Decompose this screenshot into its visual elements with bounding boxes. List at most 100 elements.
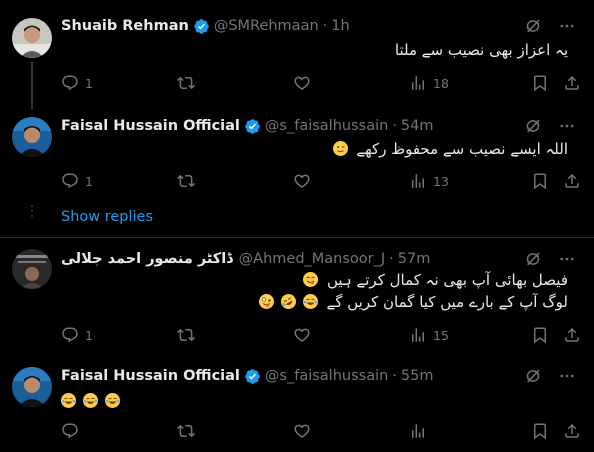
tweet-text-line: یہ اعزاز بھی نصیب سے ملتا (394, 41, 568, 59)
tweet-shuaib[interactable]: Shuaib Rehman @SMRehmaan · 1h یہ اعزاز ب… (0, 16, 594, 106)
rofl-emoji (278, 291, 299, 312)
separator: · (392, 118, 397, 134)
author-name[interactable]: Shuaib Rehman (61, 18, 189, 34)
author-name[interactable]: Faisal Hussain Official (61, 118, 240, 134)
author-handle[interactable]: @Ahmed_Mansoor_J (239, 251, 385, 267)
bookmark-button[interactable] (531, 172, 549, 190)
reply-count: 1 (85, 75, 93, 91)
author-name[interactable]: ڈاکٹر منصور احمد جلالی (61, 251, 233, 267)
verified-icon (244, 368, 261, 385)
bookmark-icon (531, 326, 549, 344)
views-icon (409, 172, 427, 190)
show-replies-link[interactable]: Show replies (61, 209, 153, 225)
verified-icon (244, 118, 261, 135)
retweet-button[interactable] (177, 326, 195, 344)
thread-dots (31, 205, 33, 220)
share-icon (563, 422, 581, 440)
views-button[interactable]: 13 (409, 172, 449, 190)
bookmark-button[interactable] (531, 326, 549, 344)
more-icon[interactable] (558, 17, 576, 35)
avatar[interactable] (12, 367, 52, 407)
bookmark-button[interactable] (531, 422, 549, 440)
timestamp[interactable]: 1h (331, 18, 349, 34)
separator: · (322, 18, 328, 34)
tweet-top-actions (524, 16, 576, 36)
tweet-header: ڈاکٹر منصور احمد جلالی @Ahmed_Mansoor_J … (61, 249, 430, 269)
tweet-text-line: فیصل بھائی آپ بھی نہ کمال کرتے ہیں (326, 271, 568, 289)
author-handle[interactable]: @s_faisalhussain (265, 118, 388, 134)
reply-icon (61, 74, 79, 92)
avatar[interactable] (12, 18, 52, 58)
like-button[interactable] (293, 326, 311, 344)
retweet-button[interactable] (177, 172, 195, 190)
action-bar: 1 13 (61, 172, 580, 192)
author-name[interactable]: Faisal Hussain Official (61, 368, 240, 384)
share-button[interactable] (563, 74, 581, 92)
bookmark-icon (531, 422, 549, 440)
share-icon (563, 74, 581, 92)
avatar[interactable] (12, 249, 52, 289)
more-icon[interactable] (558, 117, 576, 135)
grok-icon[interactable] (524, 367, 542, 385)
author-handle[interactable]: @s_faisalhussain (265, 368, 388, 384)
more-icon[interactable] (558, 367, 576, 385)
like-icon (293, 422, 311, 440)
reply-button[interactable]: 1 (61, 172, 93, 190)
reply-icon (61, 422, 79, 440)
yum-face-emoji (303, 272, 319, 287)
reply-icon (61, 326, 79, 344)
views-count: 18 (433, 75, 449, 91)
tweet-top-actions (524, 249, 576, 269)
tweet-faisal-2[interactable]: Faisal Hussain Official @s_faisalhussain… (0, 366, 594, 452)
views-button[interactable] (409, 422, 427, 440)
separator: · (389, 251, 394, 267)
reply-count: 1 (85, 327, 93, 343)
divider (0, 237, 594, 238)
timestamp[interactable]: 54m (401, 118, 434, 134)
retweet-icon (177, 74, 195, 92)
retweet-icon (177, 172, 195, 190)
share-button[interactable] (563, 172, 581, 190)
views-button[interactable]: 15 (409, 326, 449, 344)
views-count: 13 (433, 173, 449, 189)
grok-icon[interactable] (524, 250, 542, 268)
retweet-icon (177, 326, 195, 344)
share-icon (563, 326, 581, 344)
share-button[interactable] (563, 326, 581, 344)
joy-emoji (302, 294, 318, 309)
reply-button[interactable] (61, 422, 79, 440)
more-icon[interactable] (558, 250, 576, 268)
avatar[interactable] (12, 117, 52, 157)
like-button[interactable] (293, 422, 311, 440)
reply-count: 1 (85, 173, 93, 189)
tweet-text: اللہ ایسے نصیب سے محفوظ رکھے (332, 138, 568, 160)
author-handle[interactable]: @SMRehmaan (214, 18, 319, 34)
tweet-faisal-1[interactable]: Faisal Hussain Official @s_faisalhussain… (0, 116, 594, 206)
tweet-top-actions (524, 116, 576, 136)
reply-button[interactable]: 1 (61, 326, 93, 344)
zany-face-emoji (259, 294, 275, 309)
views-icon (409, 74, 427, 92)
tweet-header: Faisal Hussain Official @s_faisalhussain… (61, 116, 434, 136)
views-button[interactable]: 18 (409, 74, 449, 92)
grok-icon[interactable] (524, 17, 542, 35)
like-button[interactable] (293, 172, 311, 190)
share-button[interactable] (563, 422, 581, 440)
bookmark-button[interactable] (531, 74, 549, 92)
like-button[interactable] (293, 74, 311, 92)
reply-icon (61, 172, 79, 190)
grok-icon[interactable] (524, 117, 542, 135)
retweet-button[interactable] (177, 422, 195, 440)
retweet-icon (177, 422, 195, 440)
tweet-header: Faisal Hussain Official @s_faisalhussain… (61, 366, 434, 386)
timestamp[interactable]: 55m (401, 368, 434, 384)
views-icon (409, 326, 427, 344)
views-count: 15 (433, 327, 449, 343)
retweet-button[interactable] (177, 74, 195, 92)
bookmark-icon (531, 74, 549, 92)
reply-button[interactable]: 1 (61, 74, 93, 92)
tweet-ahmed-mansoor[interactable]: ڈاکٹر منصور احمد جلالی @Ahmed_Mansoor_J … (0, 249, 594, 349)
timestamp[interactable]: 57m (398, 251, 431, 267)
tweet-top-actions (524, 366, 576, 386)
tweet-text (61, 391, 121, 409)
